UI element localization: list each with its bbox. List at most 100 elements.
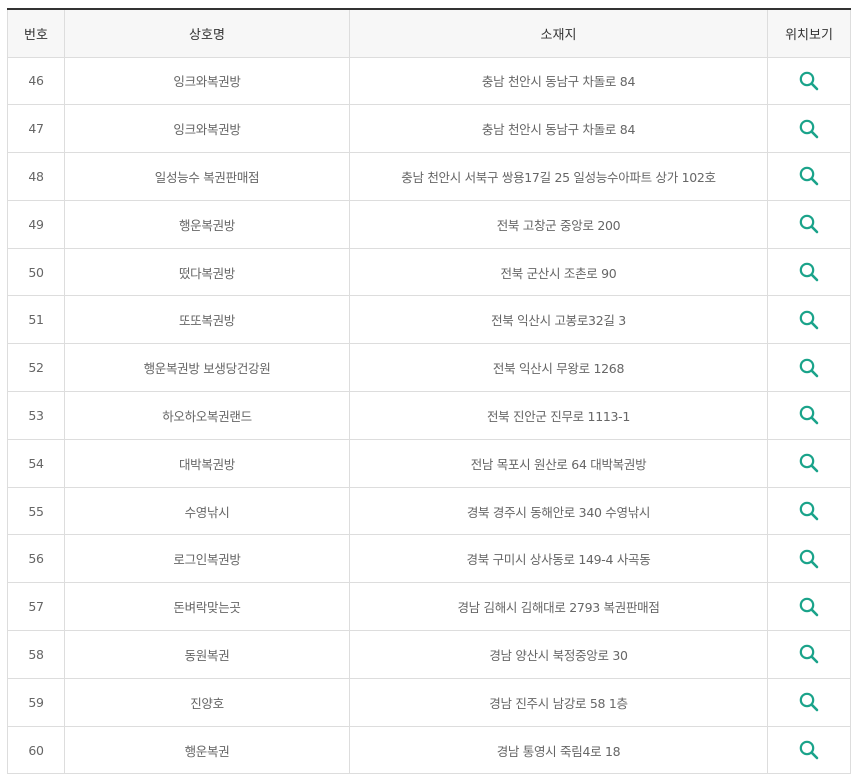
table-row: 50 떴다복권방 전북 군산시 조촌로 90: [7, 247, 851, 297]
store-address: 경북 구미시 상사동로 149-4 사곡동: [349, 534, 768, 584]
store-name: 동원복권: [64, 630, 350, 679]
location-cell: [767, 582, 851, 632]
view-location-button[interactable]: [798, 643, 820, 665]
search-icon: [799, 453, 819, 473]
row-number: 55: [7, 486, 65, 536]
location-cell: [767, 677, 851, 727]
table-row: 54 대박복권방 전남 목포시 원산로 64 대박복권방: [7, 438, 851, 488]
view-location-button[interactable]: [798, 309, 820, 331]
location-cell: [767, 438, 851, 488]
location-cell: [767, 104, 851, 154]
header-number: 번호: [7, 9, 65, 58]
view-location-button[interactable]: [798, 261, 820, 283]
store-name: 로그인복권방: [64, 534, 350, 584]
header-location: 위치보기: [767, 9, 851, 58]
store-address: 전북 익산시 고봉로32길 3: [349, 295, 768, 345]
store-name: 잉크와복권방: [64, 56, 350, 106]
location-cell: [767, 391, 851, 440]
view-location-button[interactable]: [798, 165, 820, 187]
view-location-button[interactable]: [798, 500, 820, 522]
store-address: 경북 경주시 동해안로 340 수영낚시: [349, 486, 768, 536]
search-icon: [799, 549, 819, 569]
view-location-button[interactable]: [798, 404, 820, 426]
store-name: 돈벼락맞는곳: [64, 582, 350, 632]
view-location-button[interactable]: [798, 118, 820, 140]
table-header-row: 번호 상호명 소재지 위치보기: [7, 9, 851, 58]
table-row: 47 잉크와복권방 충남 천안시 동남구 차돌로 84: [7, 104, 851, 154]
search-icon: [799, 262, 819, 282]
row-number: 56: [7, 534, 65, 584]
store-address: 충남 천안시 서북구 쌍용17길 25 일성능수아파트 상가 102호: [349, 152, 768, 201]
store-name: 진양호: [64, 677, 350, 727]
table-body: 46 잉크와복권방 충남 천안시 동남구 차돌로 84 47 잉크와복권방 충남 천안시 …: [7, 56, 851, 775]
search-icon: [799, 692, 819, 712]
location-cell: [767, 295, 851, 345]
row-number: 53: [7, 391, 65, 440]
store-name: 일성능수 복권판매점: [64, 152, 350, 201]
search-icon: [799, 119, 819, 138]
row-number: 48: [7, 152, 65, 201]
store-address: 전북 익산시 무왕로 1268: [349, 343, 768, 393]
store-name: 떴다복권방: [64, 247, 350, 297]
row-number: 46: [7, 56, 65, 106]
store-table: 번호 상호명 소재지 위치보기 46 잉크와복권방 충남 천안시 동남구 차돌로 8…: [7, 8, 851, 775]
store-address: 경남 김해시 김해대로 2793 복권판매점: [349, 582, 768, 632]
location-cell: [767, 247, 851, 297]
search-icon: [799, 645, 819, 664]
header-name: 상호명: [64, 9, 350, 58]
view-location-button[interactable]: [798, 452, 820, 474]
table-row: 48 일성능수 복권판매점 충남 천안시 서북구 쌍용17길 25 일성능수아파트 …: [7, 152, 851, 201]
location-cell: [767, 56, 851, 106]
store-name: 하오하오복권랜드: [64, 391, 350, 440]
search-icon: [799, 406, 819, 425]
view-location-button[interactable]: [798, 596, 820, 618]
store-address: 전북 군산시 조촌로 90: [349, 247, 768, 297]
view-location-button[interactable]: [798, 213, 820, 235]
row-number: 49: [7, 199, 65, 249]
store-address: 경남 양산시 북정중앙로 30: [349, 630, 768, 679]
location-cell: [767, 630, 851, 679]
search-icon: [799, 310, 819, 330]
location-cell: [767, 199, 851, 249]
row-number: 47: [7, 104, 65, 154]
table-row: 58 동원복권 경남 양산시 북정중앙로 30: [7, 630, 851, 679]
row-number: 57: [7, 582, 65, 632]
table-row: 53 하오하오복권랜드 전북 진안군 진무로 1113-1: [7, 391, 851, 440]
location-cell: [767, 534, 851, 584]
store-table-container: 번호 상호명 소재지 위치보기 46 잉크와복권방 충남 천안시 동남구 차돌로 8…: [7, 8, 851, 775]
table-row: 60 행운복권 경남 통영시 죽림4로 18: [7, 725, 851, 775]
table-row: 56 로그인복권방 경북 구미시 상사동로 149-4 사곡동: [7, 534, 851, 584]
search-icon: [799, 597, 819, 616]
search-icon: [799, 214, 819, 234]
location-cell: [767, 486, 851, 536]
store-address: 전북 진안군 진무로 1113-1: [349, 391, 768, 440]
view-location-button[interactable]: [798, 691, 820, 713]
row-number: 51: [7, 295, 65, 345]
store-name: 행운복권방 보생당건강원: [64, 343, 350, 393]
table-row: 55 수영낚시 경북 경주시 동해안로 340 수영낚시: [7, 486, 851, 536]
row-number: 60: [7, 725, 65, 775]
store-address: 충남 천안시 동남구 차돌로 84: [349, 104, 768, 154]
store-name: 행운복권: [64, 725, 350, 775]
store-name: 또또복권방: [64, 295, 350, 345]
row-number: 59: [7, 677, 65, 727]
view-location-button[interactable]: [798, 739, 820, 761]
search-icon: [799, 358, 819, 377]
store-address: 전북 고창군 중앙로 200: [349, 199, 768, 249]
table-row: 51 또또복권방 전북 익산시 고봉로32길 3: [7, 295, 851, 345]
row-number: 54: [7, 438, 65, 488]
store-address: 충남 천안시 동남구 차돌로 84: [349, 56, 768, 106]
store-address: 경남 진주시 남강로 58 1층: [349, 677, 768, 727]
view-location-button[interactable]: [798, 70, 820, 92]
location-cell: [767, 725, 851, 775]
header-address: 소재지: [349, 9, 768, 58]
view-location-button[interactable]: [798, 357, 820, 379]
table-row: 52 행운복권방 보생당건강원 전북 익산시 무왕로 1268: [7, 343, 851, 393]
search-icon: [799, 740, 819, 760]
table-row: 46 잉크와복권방 충남 천안시 동남구 차돌로 84: [7, 56, 851, 106]
store-name: 수영낚시: [64, 486, 350, 536]
table-row: 59 진양호 경남 진주시 남강로 58 1층: [7, 677, 851, 727]
location-cell: [767, 343, 851, 393]
view-location-button[interactable]: [798, 548, 820, 570]
table-row: 49 행운복권방 전북 고창군 중앙로 200: [7, 199, 851, 249]
